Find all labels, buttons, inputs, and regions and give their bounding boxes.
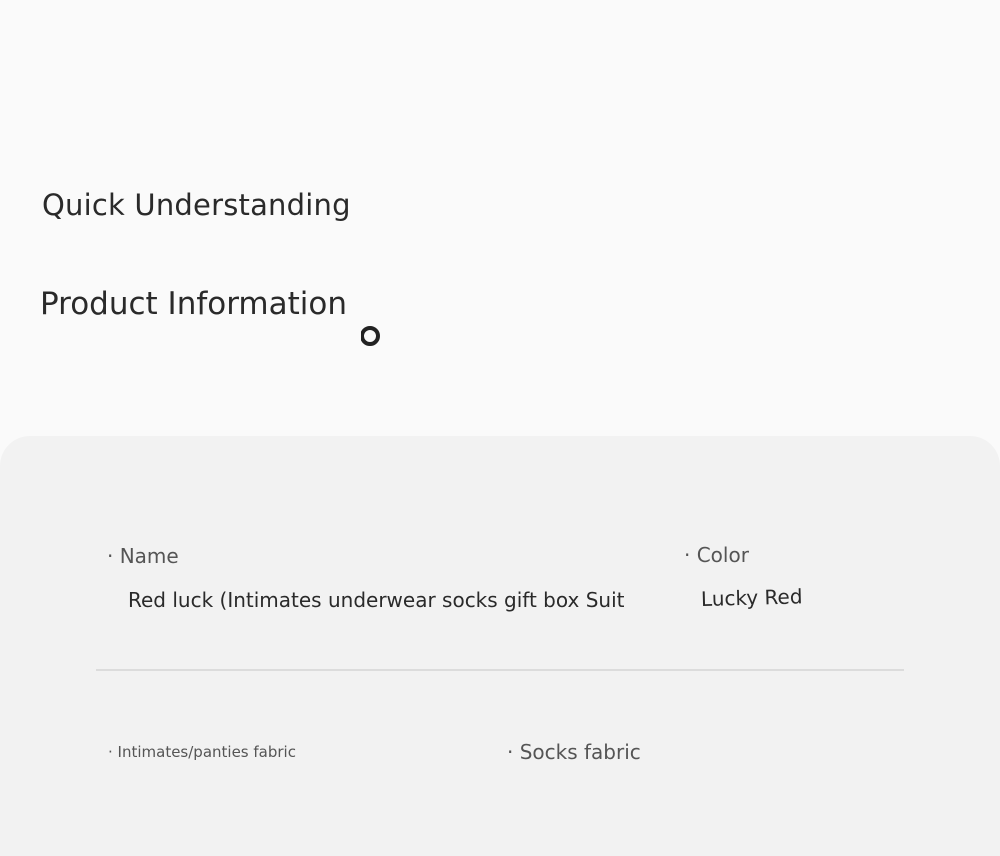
product-info-card — [0, 436, 1000, 856]
ring-icon — [361, 326, 381, 346]
socks-fabric-label: · Socks fabric — [507, 740, 641, 764]
color-label: · Color — [684, 543, 749, 567]
intimates-fabric-label: · Intimates/panties fabric — [108, 743, 296, 761]
page: { "sections": { "quick_heading": "Quick … — [0, 0, 1000, 856]
product-information-heading: Product Information — [40, 286, 348, 322]
name-value: Red luck (Intimates underwear socks gift… — [128, 588, 625, 612]
color-value: Lucky Red — [700, 584, 803, 611]
quick-understanding-heading: Quick Understanding — [42, 188, 351, 222]
divider — [96, 669, 904, 671]
name-label: · Name — [107, 544, 179, 568]
